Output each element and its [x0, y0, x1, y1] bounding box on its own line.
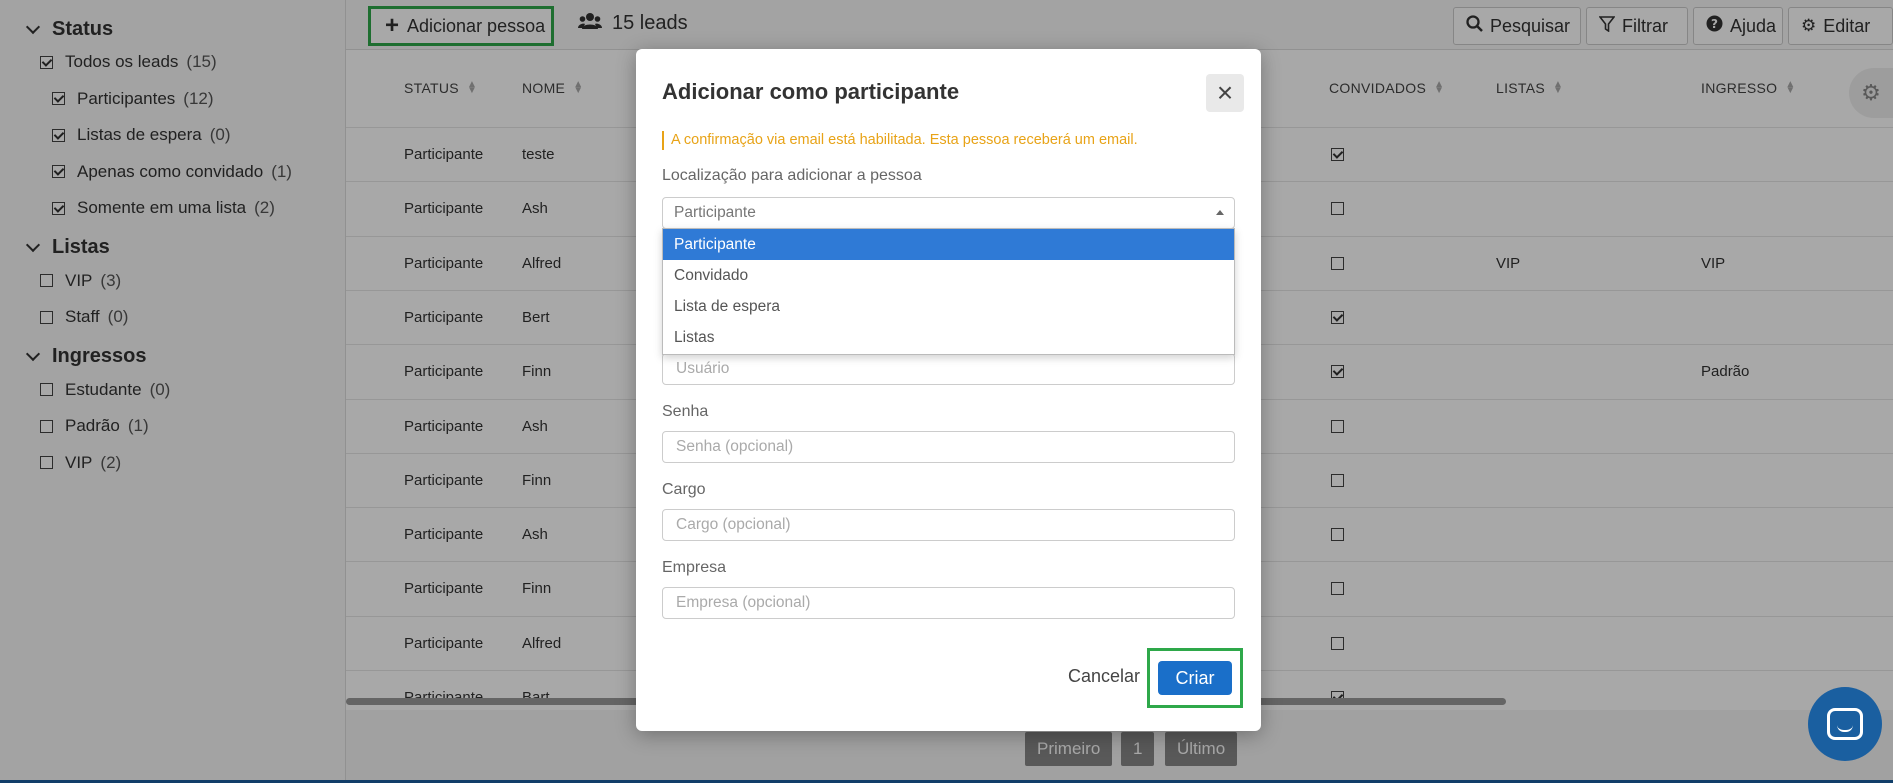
- location-dropdown: Participante Convidado Lista de espera L…: [662, 228, 1235, 355]
- chat-icon: [1827, 708, 1863, 740]
- close-icon: ×: [1216, 77, 1234, 108]
- caret-up-icon: [1216, 210, 1224, 215]
- password-label: Senha: [662, 403, 709, 420]
- role-input[interactable]: Cargo (opcional): [662, 509, 1235, 541]
- create-button[interactable]: Criar: [1158, 661, 1232, 695]
- option-participante[interactable]: Participante: [663, 229, 1234, 260]
- chat-launcher-button[interactable]: [1808, 687, 1882, 761]
- add-participant-modal: Adicionar como participante × A confirma…: [636, 49, 1261, 731]
- company-input[interactable]: Empresa (opcional): [662, 587, 1235, 619]
- role-label: Cargo: [662, 481, 706, 498]
- user-input[interactable]: Usuário: [662, 353, 1235, 385]
- location-value: Participante: [674, 204, 756, 221]
- option-listas[interactable]: Listas: [663, 322, 1234, 353]
- email-notice: A confirmação via email está habilitada.…: [662, 131, 1138, 150]
- modal-title: Adicionar como participante: [662, 79, 960, 104]
- cancel-button[interactable]: Cancelar: [1068, 666, 1140, 687]
- create-button-highlight: Criar: [1147, 648, 1243, 708]
- option-convidado[interactable]: Convidado: [663, 260, 1234, 291]
- company-label: Empresa: [662, 559, 727, 576]
- close-button[interactable]: ×: [1206, 74, 1244, 112]
- password-input[interactable]: Senha (opcional): [662, 431, 1235, 463]
- location-select[interactable]: Participante: [662, 197, 1235, 229]
- option-lista-de-espera[interactable]: Lista de espera: [663, 291, 1234, 322]
- location-label: Localização para adicionar a pessoa: [662, 167, 922, 184]
